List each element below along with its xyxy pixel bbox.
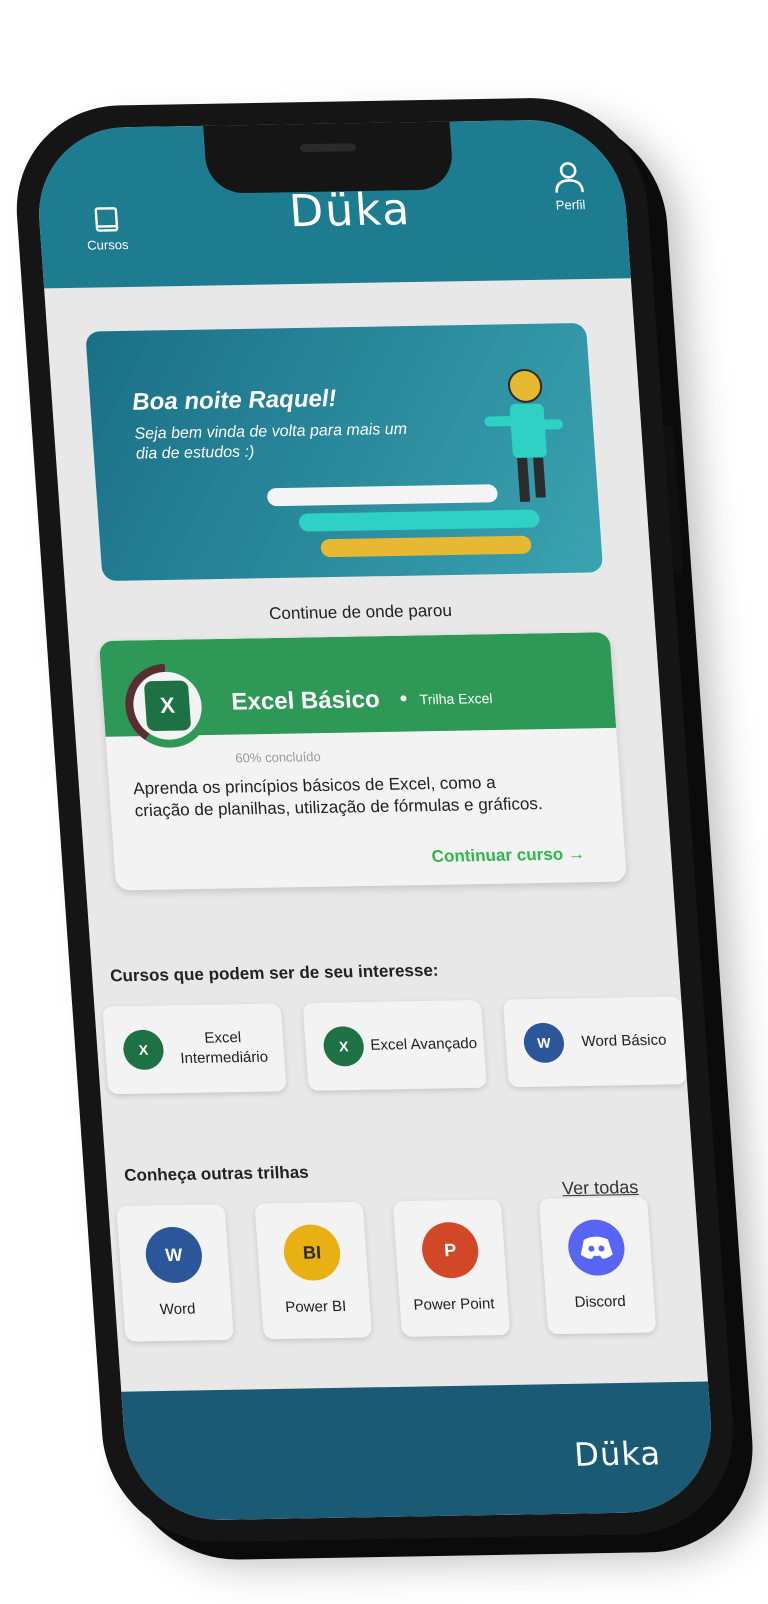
illustration-book-bar bbox=[320, 535, 532, 558]
trail-card-word[interactable]: W Word bbox=[116, 1204, 234, 1342]
greeting-text: Boa noite Raquel! bbox=[131, 385, 338, 416]
trail-label: Discord bbox=[574, 1293, 627, 1311]
discord-icon bbox=[566, 1219, 627, 1277]
profile-button[interactable]: Perfil bbox=[550, 159, 588, 213]
course-progress-text: 60% concluído bbox=[234, 749, 322, 766]
interest-section-title: Cursos que podem ser de seu interesse: bbox=[109, 960, 440, 986]
greeting-subtitle: Seja bem vinda de volta para mais um dia… bbox=[133, 420, 408, 463]
word-icon: W bbox=[522, 1022, 566, 1064]
course-track: Trilha Excel bbox=[419, 690, 493, 708]
course-separator: • bbox=[398, 685, 409, 711]
trail-label: Power BI bbox=[284, 1297, 347, 1316]
illustration-book-bar bbox=[266, 484, 499, 507]
book-icon bbox=[94, 207, 118, 232]
interest-course-card[interactable]: X Excel Intermediário bbox=[102, 1003, 287, 1095]
excel-icon: X bbox=[122, 1029, 165, 1071]
app-footer: Düka bbox=[121, 1381, 718, 1522]
phone-frame: Cursos Düka Perfil Boa noite Raquel! Sej… bbox=[9, 96, 741, 1544]
continue-course-label: Continuar curso bbox=[430, 844, 564, 866]
continue-course-link[interactable]: Continuar curso → bbox=[431, 844, 586, 867]
interest-course-card[interactable]: X Excel Avançado bbox=[302, 999, 487, 1091]
excel-icon: X bbox=[143, 680, 192, 732]
word-icon: W bbox=[143, 1226, 204, 1284]
user-icon bbox=[555, 162, 585, 193]
phone-side-button bbox=[663, 425, 684, 576]
app-logo: Düka bbox=[287, 184, 413, 238]
courses-label: Cursos bbox=[86, 237, 129, 253]
phone-notch bbox=[203, 119, 455, 194]
trail-card-discord[interactable]: Discord bbox=[538, 1196, 657, 1335]
course-title: Excel Básico bbox=[230, 686, 381, 716]
speaker-grille bbox=[299, 143, 357, 153]
trail-card-power-point[interactable]: P Power Point bbox=[392, 1199, 511, 1337]
interest-course-card[interactable]: W Word Básico bbox=[502, 996, 688, 1088]
profile-label: Perfil bbox=[555, 197, 586, 213]
interest-course-label: Excel Avançado bbox=[369, 1034, 478, 1054]
excel-icon: X bbox=[322, 1025, 366, 1067]
trail-label: Power Point bbox=[412, 1295, 496, 1314]
welcome-banner: Boa noite Raquel! Seja bem vinda de volt… bbox=[85, 322, 604, 582]
trail-label: Word bbox=[159, 1300, 197, 1319]
course-description: Aprenda os princípios básicos de Excel, … bbox=[132, 772, 544, 821]
see-all-link[interactable]: Ver todas bbox=[561, 1177, 639, 1199]
arrow-right-icon: → bbox=[567, 844, 586, 864]
courses-button[interactable]: Cursos bbox=[84, 205, 129, 253]
app-screen: Cursos Düka Perfil Boa noite Raquel! Sej… bbox=[32, 118, 718, 1522]
interest-course-label: Word Básico bbox=[580, 1031, 668, 1051]
power-bi-icon: BI bbox=[282, 1224, 343, 1281]
power-point-icon: P bbox=[420, 1221, 481, 1279]
main-content: Boa noite Raquel! Seja bem vinda de volt… bbox=[44, 278, 709, 1402]
continue-section-title: Continue de onde parou bbox=[268, 600, 453, 624]
current-course-card[interactable]: Excel Básico • Trilha Excel X 60% conclu… bbox=[98, 632, 627, 891]
interest-course-label: Excel Intermediário bbox=[179, 1029, 269, 1068]
student-illustration bbox=[484, 368, 563, 502]
trail-card-power-bi[interactable]: BI Power BI bbox=[254, 1201, 373, 1340]
footer-logo: Düka bbox=[572, 1434, 663, 1474]
trilhas-section-title: Conheça outras trilhas bbox=[123, 1162, 310, 1185]
